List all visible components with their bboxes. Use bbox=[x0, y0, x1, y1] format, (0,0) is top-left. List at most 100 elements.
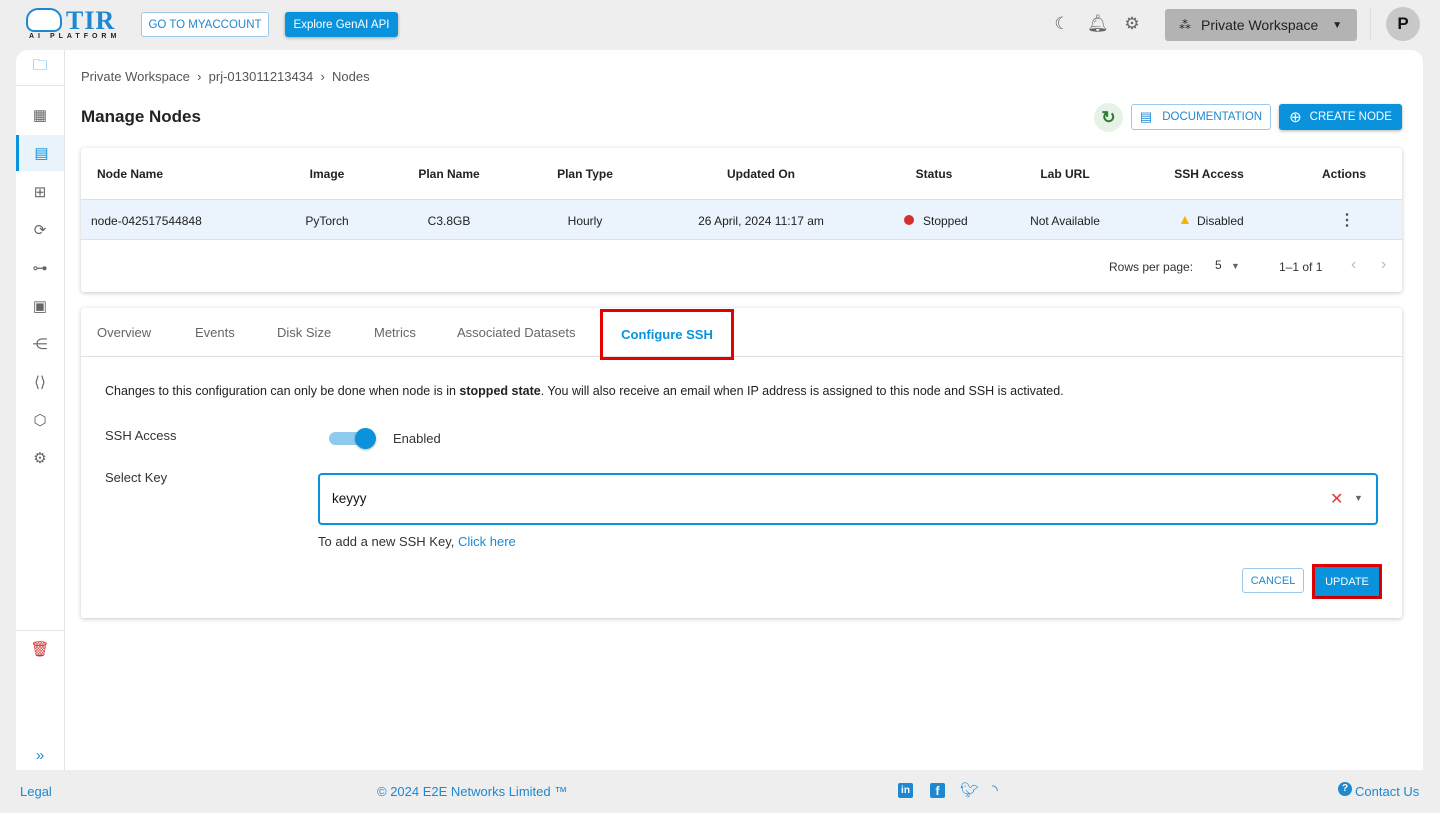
ssh-info-text: Changes to this configuration can only b… bbox=[105, 384, 1064, 398]
settings-icon[interactable]: ⚙ bbox=[16, 440, 64, 476]
col-node-name: Node Name bbox=[97, 167, 164, 181]
pagination-range: 1–1 of 1 bbox=[1279, 260, 1323, 274]
workspace-selector[interactable]: ⁂ Private Workspace ▼ bbox=[1165, 9, 1357, 41]
folder-icon[interactable]: 🗀 bbox=[16, 50, 64, 86]
nodes-document-icon[interactable]: ▤ bbox=[16, 135, 64, 171]
chevron-down-icon: ▼ bbox=[1231, 261, 1240, 271]
add-ssh-key-link[interactable]: Click here bbox=[458, 534, 516, 549]
tab-events[interactable]: Events bbox=[195, 325, 235, 340]
cell-lab-url: Not Available bbox=[1030, 214, 1100, 228]
tab-overview[interactable]: Overview bbox=[97, 325, 151, 340]
expand-sidebar-icon[interactable]: » bbox=[16, 737, 64, 773]
info-text-end: . You will also receive an email when IP… bbox=[540, 384, 1064, 398]
select-key-input[interactable]: keyyy ✕ ▼ bbox=[318, 473, 1378, 525]
cloud-icon bbox=[26, 8, 62, 32]
cancel-button[interactable]: CANCEL bbox=[1242, 568, 1304, 593]
workspace-label: Private Workspace bbox=[1201, 17, 1319, 33]
workspace-icon: ⁂ bbox=[1179, 18, 1191, 32]
toggle-state-label: Enabled bbox=[393, 431, 441, 446]
node-details-panel: Overview Events Disk Size Metrics Associ… bbox=[81, 308, 1402, 618]
page-title: Manage Nodes bbox=[81, 107, 201, 126]
chevron-down-icon[interactable]: ▼ bbox=[1354, 493, 1363, 503]
twitter-icon[interactable]: 🐦︎ bbox=[960, 781, 979, 799]
tir-logo[interactable]: TIR AI PLATFORM bbox=[26, 6, 126, 44]
table-row[interactable]: node-042517544848 PyTorch C3.8GB Hourly … bbox=[81, 200, 1402, 240]
rows-per-page-label: Rows per page: bbox=[1109, 260, 1194, 274]
go-to-myaccount-button[interactable]: GO TO MYACCOUNT bbox=[141, 12, 269, 37]
dark-mode-icon[interactable]: ☾ bbox=[1052, 14, 1072, 34]
divider bbox=[1370, 7, 1371, 41]
create-node-button[interactable]: ⊕ CREATE NODE bbox=[1279, 104, 1402, 130]
rss-icon[interactable]: ◝ bbox=[992, 781, 998, 799]
update-button[interactable]: UPDATE bbox=[1315, 567, 1379, 596]
cell-plan-name: C3.8GB bbox=[427, 214, 471, 228]
breadcrumb-nodes: Nodes bbox=[332, 69, 370, 84]
add-ssh-key-text: To add a new SSH Key, Click here bbox=[318, 534, 516, 549]
select-key-value: keyyy bbox=[332, 491, 367, 506]
plus-circle-icon: ⊕ bbox=[1289, 109, 1302, 126]
info-text: Changes to this configuration can only b… bbox=[105, 384, 460, 398]
share-icon[interactable]: ⋲ bbox=[16, 326, 64, 362]
rows-per-page-select[interactable]: 5 ▼ bbox=[1215, 258, 1245, 272]
cell-plan-type: Hourly bbox=[567, 214, 603, 228]
trash-icon[interactable]: 🗑︎ bbox=[16, 630, 64, 666]
settings-gear-icon[interactable]: ⚙ bbox=[1122, 14, 1142, 34]
logo-subtitle: AI PLATFORM bbox=[29, 33, 121, 40]
toggle-thumb bbox=[355, 428, 376, 449]
breadcrumb-workspace[interactable]: Private Workspace bbox=[81, 69, 190, 84]
copyright-text: © 2024 E2E Networks Limited ™ bbox=[377, 784, 568, 799]
cell-ssh-access: Disabled bbox=[1197, 214, 1244, 228]
linkedin-icon[interactable]: in bbox=[898, 783, 913, 798]
sidebar: 🗀 ▦ ▤ ⊞ ⟳ ⊶ ▣ ⋲ ⟨⟩ ⬡ ⚙ 🗑︎ » bbox=[16, 50, 65, 770]
cell-updated-on: 26 April, 2024 11:17 am bbox=[698, 214, 824, 228]
chevron-down-icon: ▼ bbox=[1332, 19, 1343, 31]
ssh-access-toggle[interactable] bbox=[329, 428, 376, 449]
notification-bell-icon[interactable]: 🔔︎ bbox=[1087, 14, 1109, 34]
inference-icon[interactable]: ⟳ bbox=[16, 212, 64, 248]
col-image: Image bbox=[309, 167, 345, 181]
contact-us-link[interactable]: Contact Us bbox=[1355, 784, 1419, 799]
refresh-icon[interactable]: ↻ bbox=[1094, 103, 1123, 132]
dashboard-icon[interactable]: ▦ bbox=[16, 97, 64, 133]
col-ssh-access: SSH Access bbox=[1174, 167, 1244, 181]
nodes-table: Node Name Image Plan Name Plan Type Upda… bbox=[81, 148, 1402, 292]
pipeline-icon[interactable]: ⊶ bbox=[16, 250, 64, 286]
legal-link[interactable]: Legal bbox=[20, 784, 52, 799]
col-actions: Actions bbox=[1321, 167, 1366, 181]
logo-text: TIR bbox=[66, 6, 116, 35]
col-updated-on: Updated On bbox=[727, 167, 795, 181]
documentation-label: DOCUMENTATION bbox=[1162, 111, 1263, 123]
cell-image: PyTorch bbox=[305, 214, 349, 228]
create-node-label: CREATE NODE bbox=[1309, 111, 1392, 123]
clear-icon[interactable]: ✕ bbox=[1330, 489, 1343, 509]
help-icon: ? bbox=[1338, 782, 1352, 796]
prev-page-icon[interactable]: ‹ bbox=[1351, 256, 1356, 274]
explore-genai-button[interactable]: Explore GenAI API bbox=[285, 12, 398, 37]
breadcrumb: Private Workspace › prj-013011213434 › N… bbox=[81, 69, 370, 84]
cell-node-name: node-042517544848 bbox=[91, 214, 202, 228]
status-badge: Stopped bbox=[923, 214, 968, 228]
code-icon[interactable]: ⟨⟩ bbox=[16, 364, 64, 400]
grid-icon[interactable]: ⊞ bbox=[16, 174, 64, 210]
col-plan-name: Plan Name bbox=[418, 167, 480, 181]
more-vert-icon[interactable]: ⋮ bbox=[1339, 210, 1355, 230]
next-page-icon[interactable]: › bbox=[1381, 256, 1386, 274]
tab-disk-size[interactable]: Disk Size bbox=[277, 325, 331, 340]
model-cube-icon[interactable]: ⬡ bbox=[16, 402, 64, 438]
tab-metrics[interactable]: Metrics bbox=[374, 325, 416, 340]
avatar[interactable]: P bbox=[1386, 7, 1420, 41]
col-plan-type: Plan Type bbox=[557, 167, 613, 181]
dataset-icon[interactable]: ▣ bbox=[16, 288, 64, 324]
add-key-text: To add a new SSH Key, bbox=[318, 534, 458, 549]
status-dot-icon bbox=[904, 215, 914, 225]
info-bold: stopped state bbox=[459, 384, 541, 398]
facebook-icon[interactable]: f bbox=[930, 783, 945, 798]
documentation-button[interactable]: ▤ DOCUMENTATION bbox=[1131, 104, 1271, 130]
tab-associated-datasets[interactable]: Associated Datasets bbox=[457, 325, 576, 340]
warning-icon: ▲ bbox=[1178, 211, 1192, 227]
col-status: Status bbox=[915, 167, 953, 181]
breadcrumb-project[interactable]: prj-013011213434 bbox=[209, 69, 314, 84]
tab-configure-ssh[interactable]: Configure SSH bbox=[600, 309, 734, 360]
select-key-label: Select Key bbox=[105, 470, 168, 485]
col-lab-url: Lab URL bbox=[1040, 167, 1090, 181]
